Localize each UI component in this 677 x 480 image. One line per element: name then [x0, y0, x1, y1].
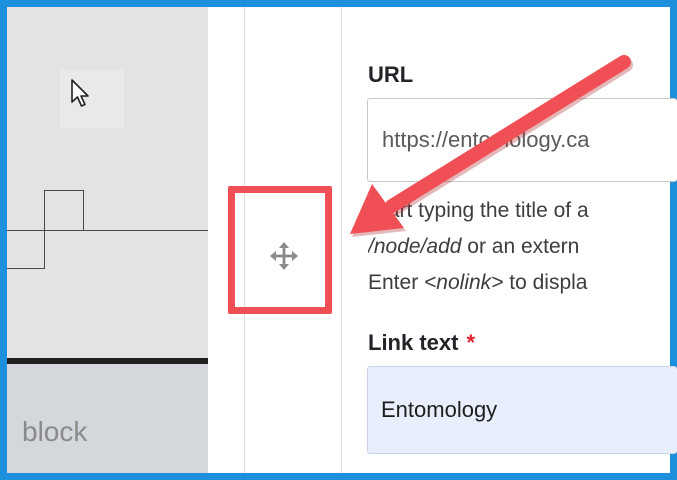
- description-line: /node/add or an extern: [368, 235, 580, 258]
- description-line: Start typing the title of a: [368, 199, 589, 222]
- mouse-pointer-icon: [71, 79, 89, 107]
- layout-block-outline: [44, 190, 84, 230]
- description-line: Enter <nolink> to displa: [368, 271, 588, 294]
- url-field-label: URL: [368, 62, 414, 87]
- url-input[interactable]: https://entomology.ca: [367, 98, 677, 182]
- annotation-highlight-box: [228, 186, 332, 314]
- node-add-path: /node/add: [368, 235, 462, 258]
- link-text-label: Link text *: [368, 330, 476, 355]
- required-marker: *: [466, 330, 476, 355]
- nolink-tag: <nolink>: [424, 271, 504, 294]
- link-text-input[interactable]: Entomology: [367, 366, 677, 454]
- url-field-description: Start typing the title of a /node/add or…: [368, 193, 677, 301]
- block-label: block: [22, 416, 88, 447]
- layout-block-outline: [7, 230, 45, 269]
